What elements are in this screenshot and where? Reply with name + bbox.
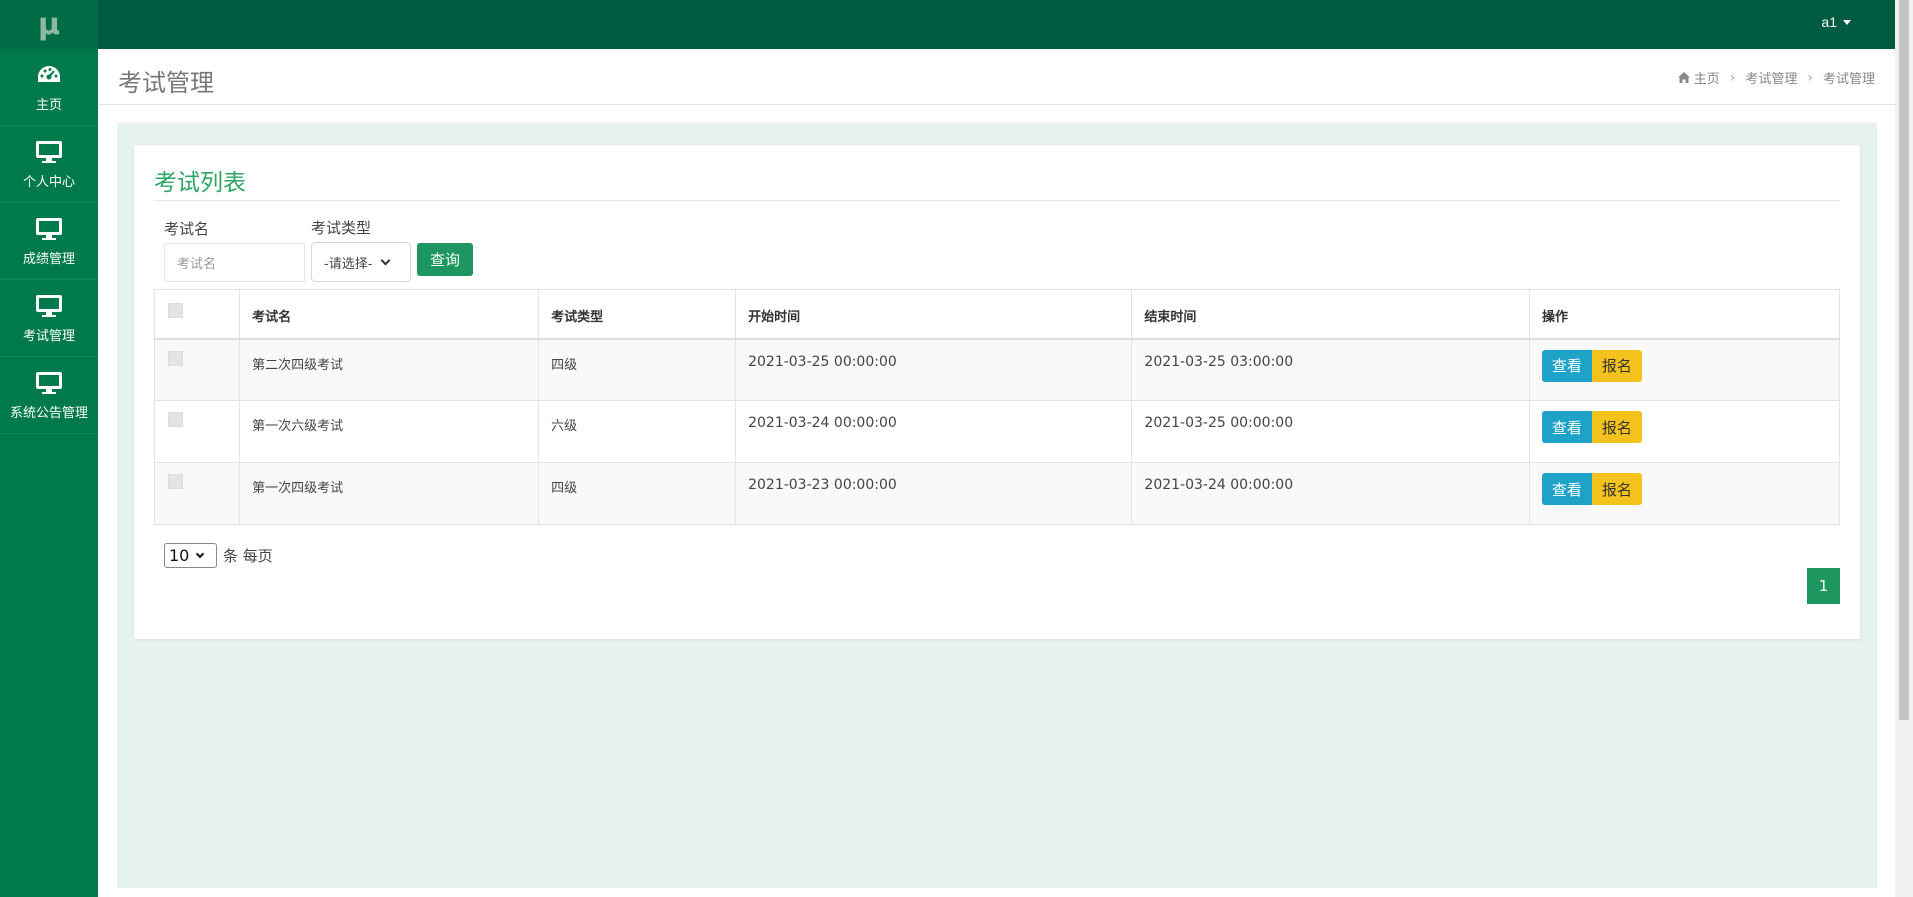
- sidebar-item-announcements[interactable]: 系统公告管理: [0, 357, 98, 434]
- sidebar-item-exams[interactable]: 考试管理: [0, 280, 98, 357]
- page-size-value: 10: [169, 546, 190, 565]
- enroll-button[interactable]: 报名: [1591, 411, 1642, 443]
- filter-name-group: 考试名 考试名: [164, 218, 305, 282]
- logo: μ: [0, 0, 98, 49]
- table-header-row: 考试名 考试类型 开始时间 结束时间 操作: [153, 289, 1841, 340]
- chevron-down-icon: [380, 255, 391, 265]
- page-size-suffix: 条 每页: [223, 547, 273, 565]
- column-header: 操作: [1528, 289, 1841, 340]
- sidebar-item-label: 成绩管理: [22, 251, 75, 267]
- table-row: 第一次四级考试 四级 2021-03-23 00:00:00 2021-03-2…: [153, 462, 1841, 525]
- select-all-checkbox[interactable]: [168, 303, 183, 318]
- exam-name-cell: 第一次四级考试: [239, 462, 540, 525]
- row-checkbox[interactable]: [168, 474, 183, 489]
- filter-type-group: 考试类型 -请选择-: [311, 217, 411, 282]
- enroll-button[interactable]: 报名: [1591, 473, 1642, 505]
- query-button[interactable]: 查询: [417, 243, 473, 276]
- breadcrumb-item: 主页: [1693, 72, 1720, 87]
- row-checkbox[interactable]: [168, 412, 183, 427]
- filter-bar: 考试名 考试名 考试类型 -请选择- 查询: [164, 217, 473, 282]
- row-checkbox[interactable]: [168, 350, 183, 366]
- end-time-cell: 2021-03-25 03:00:00: [1131, 338, 1530, 401]
- exam-type-cell: 四级: [538, 338, 737, 401]
- home-icon: [1677, 72, 1690, 83]
- table-row: 第一次六级考试 六级 2021-03-24 00:00:00 2021-03-2…: [153, 400, 1841, 463]
- monitor-icon: [34, 370, 64, 396]
- actions-cell: 查看 报名: [1528, 462, 1841, 525]
- exam-list-card: 考试列表 考试名 考试名 考试类型 -请选择- 查询 考试名 考试类型 开始时间…: [134, 145, 1860, 639]
- sidebar: μ 主页 个人中心 成绩管理 考试管理 系统公告管理: [0, 0, 98, 897]
- monitor-icon: [34, 293, 64, 319]
- end-time-cell: 2021-03-25 00:00:00: [1131, 400, 1530, 463]
- chevron-down-icon: [196, 549, 205, 558]
- caret-down-icon: [1843, 19, 1851, 25]
- sidebar-item-scores[interactable]: 成绩管理: [0, 203, 98, 280]
- exam-table: 考试名 考试类型 开始时间 结束时间 操作 第二次四级考试 四级 2021-03…: [153, 289, 1841, 525]
- start-time-cell: 2021-03-24 00:00:00: [735, 400, 1133, 463]
- top-navbar: a1: [0, 0, 1895, 49]
- dashboard-icon: [34, 62, 64, 88]
- vertical-scrollbar[interactable]: [1895, 0, 1913, 897]
- exam-type-cell: 六级: [538, 400, 737, 463]
- exam-name-cell: 第二次四级考试: [239, 338, 540, 401]
- page-header: 考试管理 主页 › 考试管理 › 考试管理: [98, 49, 1895, 105]
- select-all-cell: [153, 289, 241, 340]
- column-header: 结束时间: [1131, 289, 1530, 340]
- page-size-select[interactable]: 10: [164, 543, 217, 568]
- actions-cell: 查看 报名: [1528, 338, 1841, 401]
- enroll-button[interactable]: 报名: [1591, 349, 1642, 382]
- page-title: 考试管理: [118, 69, 214, 97]
- view-button[interactable]: 查看: [1541, 411, 1592, 443]
- exam-type-selected: -请选择-: [324, 256, 373, 272]
- actions-cell: 查看 报名: [1528, 400, 1841, 463]
- column-header: 开始时间: [735, 289, 1133, 340]
- content-area: 考试列表 考试名 考试名 考试类型 -请选择- 查询 考试名 考试类型 开始时间…: [117, 123, 1877, 888]
- chevron-right-icon: ›: [1729, 69, 1736, 86]
- user-menu[interactable]: a1: [1821, 14, 1851, 30]
- scrollbar-thumb[interactable]: [1899, 0, 1909, 720]
- breadcrumb: 主页 › 考试管理 › 考试管理: [1677, 68, 1875, 87]
- exam-type-cell: 四级: [538, 462, 737, 525]
- monitor-icon: [34, 216, 64, 242]
- filter-name-label: 考试名: [164, 220, 210, 238]
- sidebar-item-label: 主页: [35, 97, 62, 113]
- sidebar-item-label: 考试管理: [22, 328, 75, 344]
- exam-name-input[interactable]: 考试名: [164, 243, 305, 282]
- monitor-icon: [34, 139, 64, 165]
- view-button[interactable]: 查看: [1541, 473, 1592, 505]
- sidebar-item-home[interactable]: 主页: [0, 49, 98, 126]
- divider: [154, 200, 1840, 201]
- column-header: 考试类型: [538, 289, 737, 340]
- breadcrumb-item: 考试管理: [1822, 72, 1875, 87]
- filter-type-label: 考试类型: [311, 219, 372, 237]
- page-button-current[interactable]: 1: [1807, 568, 1840, 604]
- sidebar-item-profile[interactable]: 个人中心: [0, 126, 98, 203]
- end-time-cell: 2021-03-24 00:00:00: [1131, 462, 1530, 525]
- table-row: 第二次四级考试 四级 2021-03-25 00:00:00 2021-03-2…: [153, 338, 1841, 401]
- page-size-control: 10 条 每页: [164, 543, 273, 568]
- breadcrumb-item[interactable]: 考试管理: [1745, 68, 1797, 87]
- exam-name-cell: 第一次六级考试: [239, 400, 540, 463]
- sidebar-item-label: 个人中心: [22, 174, 75, 190]
- chevron-right-icon: ›: [1807, 69, 1813, 86]
- column-header: 考试名: [239, 289, 540, 340]
- sidebar-item-label: 系统公告管理: [9, 405, 88, 421]
- footer-strip: [98, 888, 1895, 897]
- card-title: 考试列表: [154, 170, 246, 196]
- start-time-cell: 2021-03-23 00:00:00: [735, 462, 1133, 525]
- breadcrumb-home[interactable]: 主页: [1677, 68, 1720, 87]
- exam-type-select[interactable]: -请选择-: [311, 242, 411, 282]
- username: a1: [1821, 14, 1837, 30]
- view-button[interactable]: 查看: [1541, 349, 1592, 382]
- start-time-cell: 2021-03-25 00:00:00: [735, 338, 1133, 401]
